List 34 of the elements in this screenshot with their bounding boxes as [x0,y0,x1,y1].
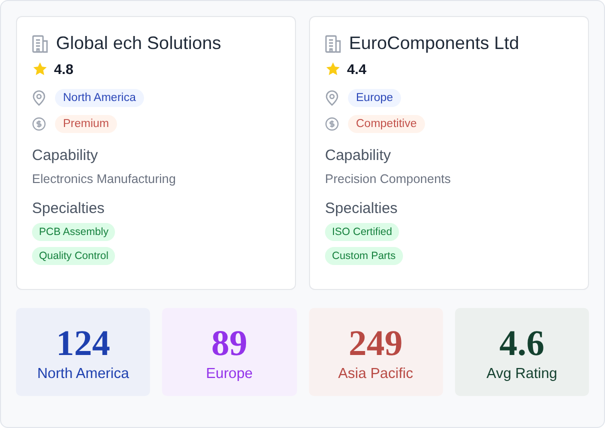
building-icon [32,34,48,52]
stat-value: 4.6 [499,324,544,360]
pricing-tag: Premium [55,115,118,133]
specialty-tag: ISO Certified [325,223,400,241]
rating-value: 4.4 [347,61,366,77]
stat-value: 89 [211,324,248,360]
stat-value: 124 [56,324,110,360]
section-label: Capability [32,147,99,164]
stat-label: Europe [206,366,253,382]
section-label: Specialties [32,200,106,217]
specialty-tag: Quality Control [32,247,116,265]
region-tag: North America [55,89,144,107]
location-pin-icon [325,90,339,106]
capability-text: Precision Components [325,172,452,186]
stat-value: 249 [348,324,403,360]
pricing-tag: Competitive [348,115,425,133]
specialty-tag: PCB Assembly [32,223,116,241]
rating-value: 4.8 [54,61,74,77]
stat-label: Avg Rating [486,366,558,382]
stat-label: North America [37,366,130,382]
stat-label: Asia Pacific [338,366,414,382]
section-label: Capability [325,147,392,164]
dollar-coin-icon [32,117,46,131]
dollar-coin-icon [325,117,339,131]
star-icon [32,61,48,77]
capability-text: Electronics Manufacturing [32,172,177,186]
supplier-name: EuroComponents Ltd [349,33,520,54]
star-icon [325,61,341,77]
region-tag: Europe [348,89,402,107]
building-icon [325,34,341,52]
specialty-tag: Custom Parts [325,247,403,265]
location-pin-icon [32,90,46,106]
supplier-name: Global ech Solutions [56,33,222,54]
section-label: Specialties [325,200,399,217]
